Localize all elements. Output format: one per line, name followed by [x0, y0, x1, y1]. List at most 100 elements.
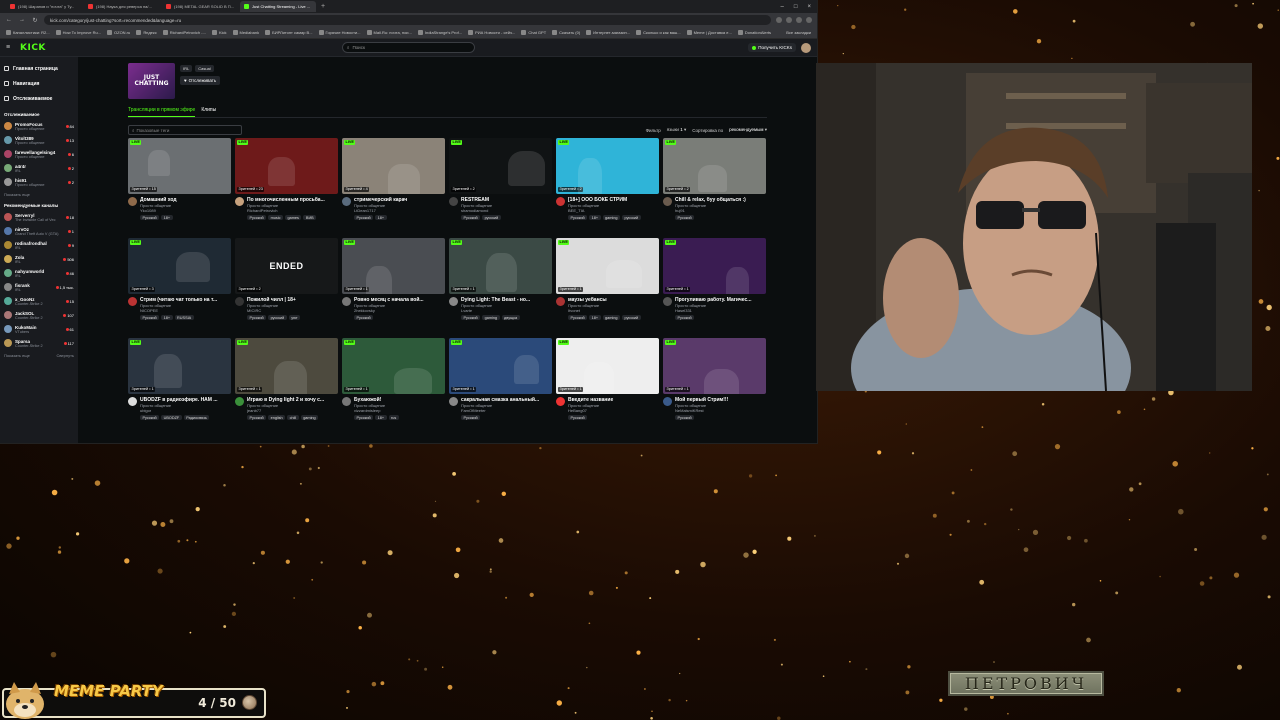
sidebar-channel[interactable]: JackSOL Counter-Strike 2 107 [4, 308, 74, 322]
stream-tag[interactable]: 18+ [589, 315, 601, 320]
channel-avatar[interactable] [342, 397, 351, 406]
stream-thumbnail[interactable]: LIVE Зрителей • 2 [663, 138, 766, 194]
sidebar-channel[interactable]: KukoMain VTubers 61 [4, 322, 74, 336]
stream-thumbnail[interactable]: ENDED Зрителей • 2 [235, 238, 338, 294]
bookmark-item[interactable]: РИА Новости - сейч... [468, 30, 515, 35]
sidebar-channel[interactable]: nirvOz Grand Theft Auto V (GTA) 1 [4, 224, 74, 238]
stream-card[interactable]: LIVE Зрителей • 1 сакральная смазка анальн… [449, 338, 552, 438]
sidebar-channel[interactable]: fisrank IRL 1,5 тыс. [4, 280, 74, 294]
language-filter[interactable]: языки 1 ▾ [667, 127, 687, 133]
channel-name[interactable]: LtDean1717 [354, 208, 445, 213]
stream-thumbnail[interactable]: LIVE Зрителей • 23 [235, 138, 338, 194]
sidebar-item-home[interactable]: Главная страница [4, 61, 74, 76]
stream-tag[interactable]: Русский [675, 215, 695, 220]
extension-icon[interactable] [776, 17, 782, 23]
browser-tab[interactable]: (198) METAL GEAR SOLID В П... [162, 1, 238, 12]
bookmark-item[interactable]: IndiaStrange's Prof... [417, 30, 462, 35]
stream-tag[interactable]: 18+ [589, 215, 601, 220]
stream-tag[interactable]: русский [622, 315, 641, 320]
stream-card[interactable]: LIVE Зрителей • 23 По многочисленным прось… [235, 138, 338, 238]
sort-select[interactable]: рекомендуемым ▾ [729, 127, 767, 133]
stream-tag[interactable]: rus [388, 415, 399, 420]
search-input[interactable]: ⌕ Поиск [341, 42, 475, 53]
stream-thumbnail[interactable]: LIVE Зрителей • 1 [663, 338, 766, 394]
stream-tag[interactable]: Русский [247, 415, 267, 420]
sidebar-channel[interactable]: his91 Просто общение 2 [4, 175, 74, 189]
stream-card[interactable]: LIVE Зрителей • 1 Мой первый Стрим!!! Прост… [663, 338, 766, 438]
category-tag[interactable]: IRL [180, 65, 193, 72]
stream-tag[interactable]: русский [482, 215, 501, 220]
bookmark-item[interactable]: RichardPetrovich -... [162, 30, 206, 35]
stream-card[interactable]: LIVE Зрителей • 1 Введите название Просто о… [556, 338, 659, 438]
stream-tag[interactable]: 18+ [375, 415, 387, 420]
sidebar-channel[interactable]: farewellangelsing4 Просто общение 6 [4, 147, 74, 161]
stream-card[interactable]: LIVE Зрителей • 2 RESTREAM Просто общение sh… [449, 138, 552, 238]
stream-tag[interactable]: Русский [247, 315, 267, 320]
browser-tab[interactable]: (198) Шарапов и "почта" у Ту... [6, 1, 82, 12]
bookmark-item[interactable]: Mediabank [232, 30, 259, 35]
stream-thumbnail[interactable]: LIVE Зрителей • 1 [556, 238, 659, 294]
stream-tag[interactable]: Русский [675, 415, 695, 420]
stream-card[interactable]: LIVE Зрителей • 1 Ровно месяц с начала вой… [342, 238, 445, 338]
stream-tag[interactable]: Русский [354, 415, 374, 420]
stream-thumbnail[interactable]: LIVE Зрителей • 2 [449, 138, 552, 194]
channel-avatar[interactable] [556, 297, 565, 306]
forward-icon[interactable]: → [18, 17, 26, 23]
stream-card[interactable]: LIVE Зрителей • 1 Бухаюжой! Просто общение v… [342, 338, 445, 438]
sidebar-channel[interactable]: PromoFocus Просто общение 84 [4, 119, 74, 133]
stream-tag[interactable]: Русский [140, 415, 160, 420]
bookmark-item[interactable]: Яндекс [136, 30, 157, 35]
stream-thumbnail[interactable]: LIVE Зрителей • 1 [663, 238, 766, 294]
channel-name[interactable]: RichardPetrovich [247, 208, 338, 213]
sidebar-channel[interactable]: Serverryl The Invisible Call of Vec 18 [4, 210, 74, 224]
tag-search-input[interactable]: ⌕ Показовые теги [128, 125, 242, 135]
bookmark-item[interactable]: Mail.Ru: почта, пои... [366, 30, 412, 35]
stream-card[interactable]: LIVE Зрителей • 15 Домашний ход Просто обще… [128, 138, 231, 238]
back-icon[interactable]: ← [5, 17, 13, 23]
channel-name[interactable]: huj91 [675, 208, 766, 213]
close-icon[interactable]: × [807, 4, 811, 10]
stream-card[interactable]: LIVE Зрителей • 2 [18+] ООО БОКЕ СТРИМ Прос… [556, 138, 659, 238]
channel-name[interactable]: BEE_TIA [568, 208, 659, 213]
stream-card[interactable]: LIVE Зрителей • 1 Dying Light: The Beast -… [449, 238, 552, 338]
bookmark-item[interactable]: БИРЛитопт самар В... [265, 30, 313, 35]
stream-tag[interactable]: двущка [501, 315, 520, 320]
stream-card[interactable]: LIVE Зрителей • 1 Играю в Dying light 2 и … [235, 338, 338, 438]
channel-avatar[interactable] [449, 397, 458, 406]
stream-tag[interactable]: gaming [602, 215, 620, 220]
stream-tag[interactable]: gaming [602, 315, 620, 320]
stream-tag[interactable]: Русский [140, 315, 160, 320]
stream-tag[interactable]: Русский [568, 415, 588, 420]
reload-icon[interactable]: ↻ [31, 17, 39, 24]
stream-thumbnail[interactable]: LIVE Зрителей • 15 [128, 138, 231, 194]
stream-tag[interactable]: Русский [247, 215, 267, 220]
stream-tag[interactable]: gaming [482, 315, 500, 320]
channel-name[interactable]: FamOfMeeter [461, 408, 552, 413]
channel-name[interactable]: shamodiamond [461, 208, 552, 213]
channel-avatar[interactable] [449, 297, 458, 306]
channel-avatar[interactable] [235, 197, 244, 206]
stream-tag[interactable]: 18+ [161, 315, 173, 320]
stream-tag[interactable]: games [285, 215, 302, 220]
sidebar-channel[interactable]: nahyumworld IRL 46 [4, 266, 74, 280]
bookmark-item[interactable]: How To Improve Ru... [55, 30, 101, 35]
channel-name[interactable]: 2hekkovsky [354, 308, 445, 313]
stream-tag[interactable]: music [268, 215, 284, 220]
stream-tag[interactable]: chill [287, 415, 299, 420]
stream-card[interactable]: LIVE Зрителей • 3 Стрим (читаю чат только … [128, 238, 231, 338]
follow-button[interactable]: ♥ Отслеживать [180, 76, 221, 85]
stream-card[interactable]: LIVE Зрителей • 1 маузы уебансы Просто обще… [556, 238, 659, 338]
channel-name[interactable]: Hasel331 [675, 308, 766, 313]
stream-thumbnail[interactable]: LIVE Зрителей • 1 [556, 338, 659, 394]
extension-icon[interactable] [796, 17, 802, 23]
bookmark-item[interactable]: OZON.ru [107, 30, 130, 35]
stream-tag[interactable]: gaming [300, 415, 319, 420]
sidebar-channel[interactable]: rodinafrondhal IRL 9 [4, 238, 74, 252]
url-field[interactable]: kick.com/category/just-chatting?sort=rec… [44, 15, 771, 25]
stream-card[interactable]: LIVE Зрителей • 1 UBODZF в радиоэфире. НАМ… [128, 338, 231, 438]
sidebar-channel[interactable]: Vitolt389 Просто общение 13 [4, 133, 74, 147]
stream-thumbnail[interactable]: LIVE Зрителей • 1 [235, 338, 338, 394]
browser-tab-active[interactable]: Just Chatting Streaming - Live ... [240, 1, 316, 12]
stream-thumbnail[interactable]: LIVE Зрителей • 1 [342, 238, 445, 294]
channel-avatar[interactable] [556, 197, 565, 206]
